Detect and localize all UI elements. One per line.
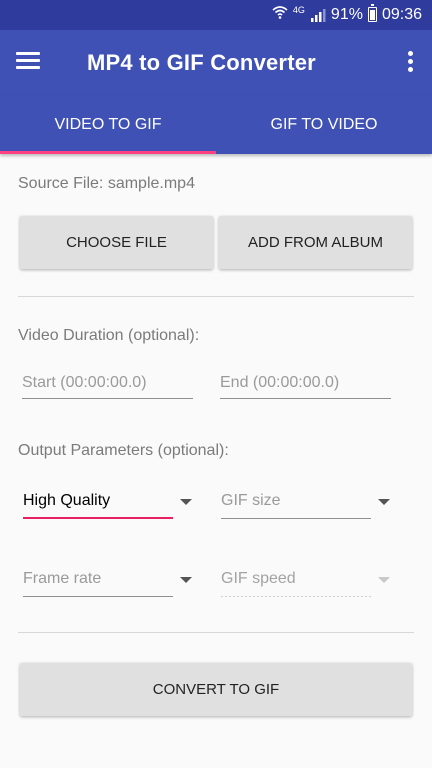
network-type: 4G bbox=[292, 4, 305, 15]
frame-rate-value: Frame rate bbox=[23, 570, 102, 587]
end-time-input[interactable] bbox=[220, 369, 391, 392]
gif-size-spinner[interactable]: GIF size bbox=[216, 485, 394, 519]
app-bar: MP4 to GIF Converter bbox=[0, 30, 432, 96]
clock: 09:36 bbox=[381, 5, 422, 23]
overflow-menu-icon[interactable] bbox=[406, 51, 414, 75]
end-time-field[interactable] bbox=[220, 369, 391, 399]
status-bar: 4G 91% 09:36 bbox=[0, 0, 432, 30]
video-duration-label: Video Duration (optional): bbox=[18, 327, 200, 344]
app-title: MP4 to GIF Converter bbox=[87, 50, 316, 75]
output-parameters-label: Output Parameters (optional): bbox=[18, 442, 229, 459]
wifi-icon bbox=[272, 5, 288, 24]
status-icons: 4G 91% 09:36 bbox=[272, 4, 422, 24]
add-from-album-button[interactable]: ADD FROM ALBUM bbox=[219, 216, 412, 269]
choose-file-button[interactable]: CHOOSE FILE bbox=[20, 216, 213, 269]
tab-video-to-gif[interactable]: VIDEO TO GIF bbox=[0, 96, 216, 154]
quality-spinner[interactable]: High Quality bbox=[18, 485, 196, 519]
battery-percent: 91% bbox=[330, 5, 363, 23]
frame-rate-spinner[interactable]: Frame rate bbox=[18, 563, 196, 597]
convert-to-gif-button[interactable]: CONVERT TO GIF bbox=[20, 663, 412, 716]
start-time-field[interactable] bbox=[22, 369, 193, 399]
dropdown-arrow-icon bbox=[180, 499, 192, 505]
dropdown-arrow-icon bbox=[180, 577, 192, 583]
gif-speed-spinner: GIF speed bbox=[216, 563, 394, 597]
start-time-input[interactable] bbox=[22, 369, 193, 392]
source-file-label: Source File: sample.mp4 bbox=[18, 175, 195, 192]
main-content: Source File: sample.mp4 CHOOSE FILE ADD … bbox=[0, 154, 432, 768]
divider bbox=[18, 296, 414, 297]
gif-speed-value: GIF speed bbox=[221, 570, 296, 587]
gif-size-value: GIF size bbox=[221, 492, 281, 509]
dropdown-arrow-icon bbox=[378, 499, 390, 505]
signal-icon bbox=[310, 8, 326, 22]
tab-bar: VIDEO TO GIF GIF TO VIDEO bbox=[0, 96, 432, 154]
divider bbox=[18, 632, 414, 633]
hamburger-menu-icon[interactable] bbox=[16, 52, 40, 72]
quality-value: High Quality bbox=[23, 492, 111, 509]
tab-gif-to-video[interactable]: GIF TO VIDEO bbox=[216, 96, 432, 154]
battery-icon bbox=[367, 4, 377, 22]
dropdown-arrow-icon bbox=[378, 577, 390, 583]
